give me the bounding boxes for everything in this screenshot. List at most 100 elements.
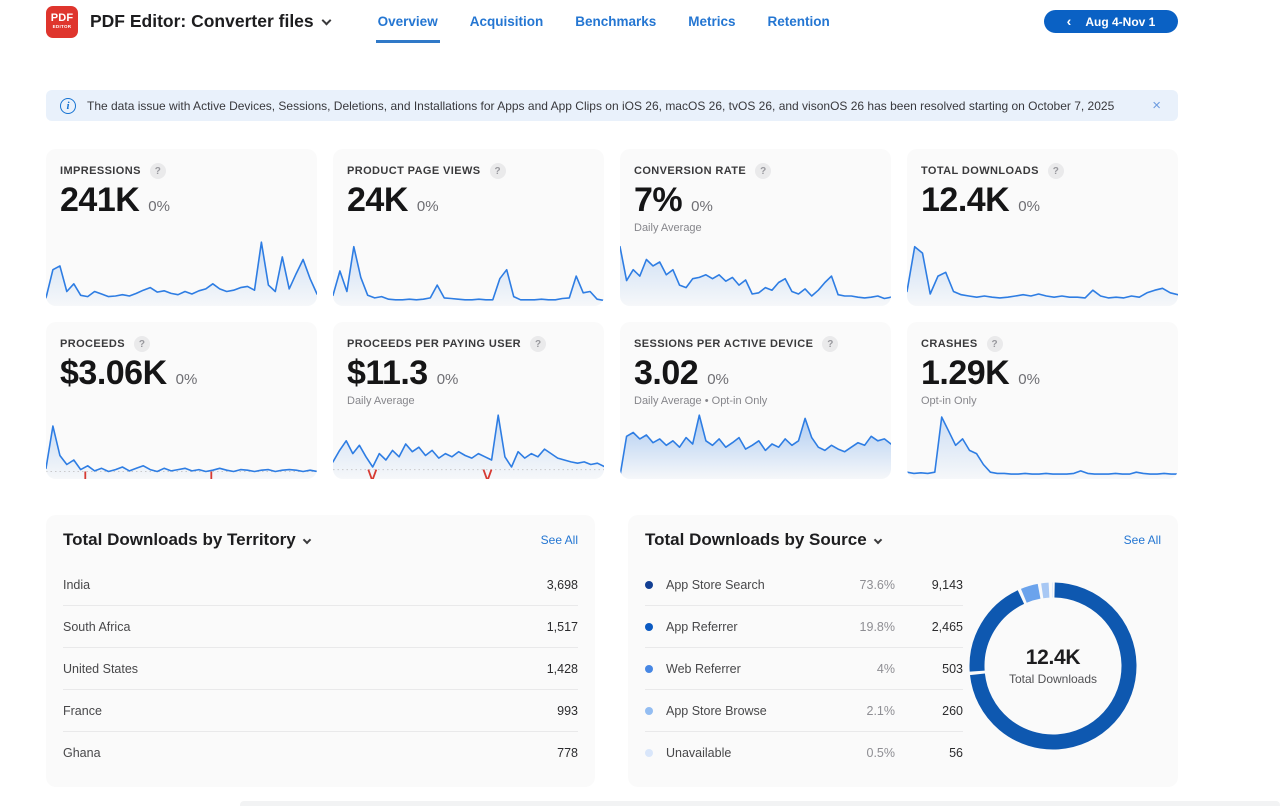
sparkline-chart	[46, 232, 317, 306]
metric-label: PRODUCT PAGE VIEWS	[347, 165, 481, 177]
source-value: 503	[895, 662, 963, 676]
card-proceeds-per-paying-user[interactable]: PROCEEDS PER PAYING USER? $11.30% Daily …	[333, 322, 604, 479]
sparkline-chart	[620, 405, 891, 479]
source-name: Unavailable	[666, 746, 731, 760]
chevron-down-icon	[321, 16, 331, 26]
metric-delta: 0%	[176, 371, 198, 388]
see-all-link[interactable]: See All	[1124, 533, 1161, 547]
table-row: App Store Search 73.6%9,143	[645, 564, 963, 606]
sparkline-chart	[907, 232, 1178, 306]
legend-dot	[645, 707, 653, 715]
source-value: 9,143	[895, 578, 963, 592]
sparkline-chart	[620, 232, 891, 306]
metric-value: 24K	[347, 181, 408, 220]
see-all-link[interactable]: See All	[541, 533, 578, 547]
next-section-edge	[240, 801, 1280, 806]
metric-cards-row-2: PROCEEDS? $3.06K 0% PROCEEDS PER PAYING U…	[46, 322, 1178, 479]
territory-name: United States	[63, 662, 138, 676]
table-row: United States 1,428	[63, 648, 578, 690]
table-row: France993	[63, 690, 578, 732]
source-name: App Store Search	[666, 578, 765, 592]
territory-panel: Total Downloads by Territory See All Ind…	[46, 515, 595, 787]
close-icon[interactable]: ×	[1149, 97, 1164, 114]
info-banner: i The data issue with Active Devices, Se…	[46, 90, 1178, 121]
app-title-dropdown[interactable]: PDF Editor: Converter files	[90, 11, 330, 32]
app-icon-subtext: EDITOR	[53, 25, 72, 30]
source-rows: App Store Search 73.6%9,143 App Referrer1…	[645, 564, 963, 774]
territory-value: 3,698	[547, 578, 578, 592]
donut-center-label: Total Downloads	[1009, 672, 1097, 686]
source-panel: Total Downloads by Source See All App St…	[628, 515, 1178, 787]
source-panel-title-dropdown[interactable]: Total Downloads by Source	[645, 530, 881, 550]
help-icon[interactable]: ?	[1048, 163, 1064, 179]
card-product-page-views[interactable]: PRODUCT PAGE VIEWS? 24K 0%	[333, 149, 604, 306]
tab-acquisition[interactable]: Acquisition	[470, 0, 544, 43]
source-percent: 19.8%	[837, 620, 895, 634]
table-row: Unavailable 0.5%56	[645, 732, 963, 774]
metric-value: $3.06K	[60, 354, 167, 393]
territory-value: 1,428	[547, 662, 578, 676]
metric-label: SESSIONS PER ACTIVE DEVICE	[634, 338, 813, 350]
territory-value: 993	[557, 704, 578, 718]
territory-rows: India3,698 South Africa1,517 United Stat…	[63, 564, 578, 774]
metric-label: TOTAL DOWNLOADS	[921, 165, 1039, 177]
panel-title: Total Downloads by Territory	[63, 530, 296, 549]
metric-cards-row-1: IMPRESSIONS? 241K0% PRODUCT PAGE VIEWS? …	[46, 149, 1178, 306]
territory-value: 778	[557, 746, 578, 760]
top-header: PDF EDITOR PDF Editor: Converter files O…	[0, 0, 1280, 43]
card-total-downloads[interactable]: TOTAL DOWNLOADS? 12.4K0%	[907, 149, 1178, 306]
tab-metrics[interactable]: Metrics	[688, 0, 735, 43]
banner-text: The data issue with Active Devices, Sess…	[87, 99, 1114, 113]
metric-delta: 0%	[148, 198, 170, 215]
source-value: 56	[895, 746, 963, 760]
metric-label: PROCEEDS	[60, 338, 125, 350]
chevron-left-icon[interactable]: ‹	[1067, 13, 1072, 29]
source-percent: 0.5%	[837, 746, 895, 760]
territory-name: India	[63, 578, 90, 592]
territory-name: South Africa	[63, 620, 130, 634]
legend-dot	[645, 623, 653, 631]
card-crashes[interactable]: CRASHES? 1.29K0% Opt-in Only	[907, 322, 1178, 479]
card-conversion-rate[interactable]: CONVERSION RATE? 7%0% Daily Average	[620, 149, 891, 306]
metric-label: CRASHES	[921, 338, 978, 350]
help-icon[interactable]: ?	[150, 163, 166, 179]
metric-delta: 0%	[1018, 371, 1040, 388]
help-icon[interactable]: ?	[755, 163, 771, 179]
help-icon[interactable]: ?	[987, 336, 1003, 352]
donut-center-value: 12.4K	[1026, 646, 1081, 670]
legend-dot	[645, 665, 653, 673]
chevron-down-icon	[302, 536, 310, 544]
card-sessions-per-active-device[interactable]: SESSIONS PER ACTIVE DEVICE? 3.020% Daily…	[620, 322, 891, 479]
sparkline-chart	[333, 405, 604, 479]
bottom-panels: Total Downloads by Territory See All Ind…	[46, 515, 1178, 787]
legend-dot	[645, 581, 653, 589]
metric-value: 1.29K	[921, 354, 1009, 393]
metric-value: 3.02	[634, 354, 698, 393]
source-name: Web Referrer	[666, 662, 741, 676]
metric-delta: 0%	[417, 198, 439, 215]
date-range-picker[interactable]: ‹ Aug 4-Nov 1	[1044, 10, 1178, 33]
card-impressions[interactable]: IMPRESSIONS? 241K0%	[46, 149, 317, 306]
table-row: India 3,698	[63, 564, 578, 606]
table-row: Web Referrer4%503	[645, 648, 963, 690]
legend-dot	[645, 749, 653, 757]
table-row: App Store Browse2.1%260	[645, 690, 963, 732]
metric-delta: 0%	[1018, 198, 1040, 215]
table-row: App Referrer19.8%2,465	[645, 606, 963, 648]
help-icon[interactable]: ?	[134, 336, 150, 352]
help-icon[interactable]: ?	[822, 336, 838, 352]
sparkline-chart	[907, 405, 1178, 479]
tab-retention[interactable]: Retention	[768, 0, 830, 43]
card-proceeds[interactable]: PROCEEDS? $3.06K 0%	[46, 322, 317, 479]
help-icon[interactable]: ?	[490, 163, 506, 179]
help-icon[interactable]: ?	[530, 336, 546, 352]
tab-benchmarks[interactable]: Benchmarks	[575, 0, 656, 43]
source-percent: 73.6%	[837, 578, 895, 592]
tab-overview[interactable]: Overview	[378, 0, 438, 43]
source-percent: 2.1%	[837, 704, 895, 718]
chevron-down-icon	[873, 536, 881, 544]
metric-label: IMPRESSIONS	[60, 165, 141, 177]
territory-panel-title-dropdown[interactable]: Total Downloads by Territory	[63, 530, 310, 550]
app-title: PDF Editor: Converter files	[90, 11, 314, 31]
metric-delta: 0%	[707, 371, 729, 388]
